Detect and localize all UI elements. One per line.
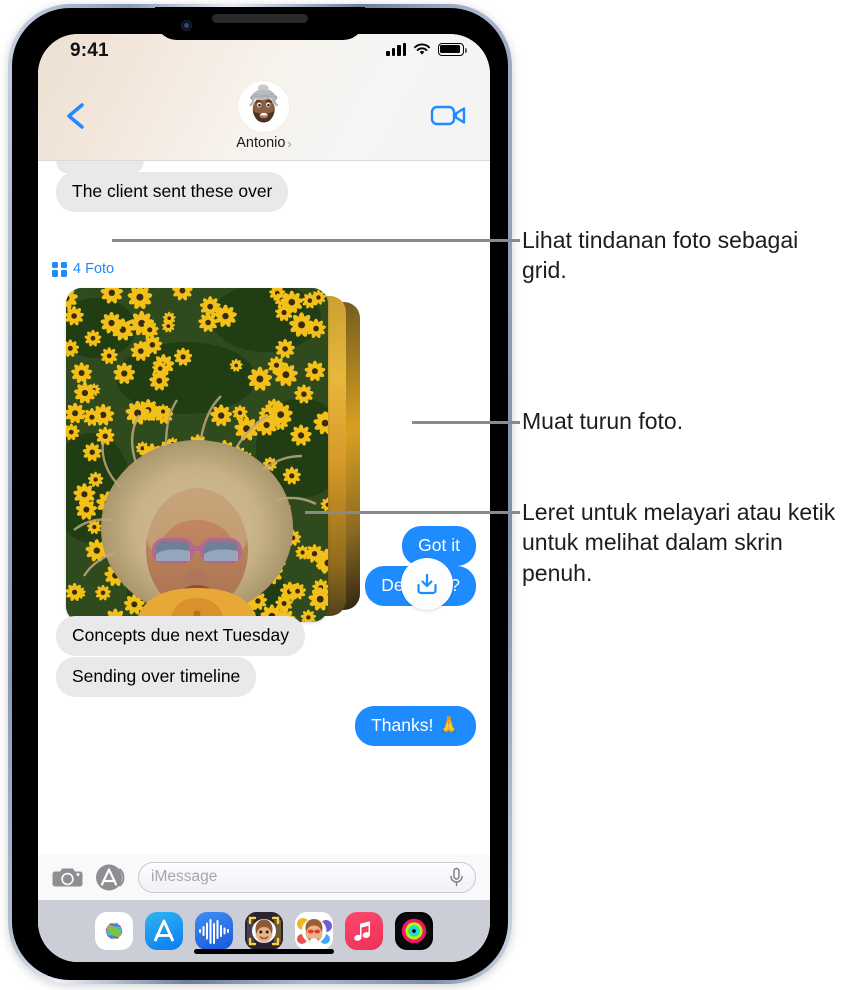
status-bar-time: 9:41: [70, 40, 109, 62]
download-photo-button[interactable]: [401, 558, 453, 610]
photos-app-icon[interactable]: [95, 912, 133, 950]
memoji-stickers-app-icon[interactable]: [295, 912, 333, 950]
photo-stack-layer-1[interactable]: [66, 288, 328, 622]
microphone-icon[interactable]: [449, 867, 464, 887]
download-to-tray-icon: [414, 571, 440, 597]
message-bubble-incoming[interactable]: Concepts due next Tuesday: [56, 616, 305, 656]
callout-leader-line-swipe: [305, 511, 520, 514]
conversation-header: 9:41 Antonio ›: [38, 34, 490, 161]
cellular-bars-icon: [386, 43, 406, 56]
front-camera: [181, 20, 192, 31]
video-camera-icon: [430, 100, 468, 132]
chevron-right-icon: ›: [287, 137, 291, 150]
contact-info-button[interactable]: Antonio ›: [236, 81, 292, 151]
wifi-icon: [413, 43, 431, 56]
callout-grid: Lihat tindanan foto sebagai grid.: [522, 225, 842, 286]
callout-leader-line-download: [412, 421, 520, 424]
status-bar-indicators: [386, 43, 464, 56]
message-bubble-incoming[interactable]: The client sent these over: [56, 172, 288, 212]
home-indicator: [194, 949, 334, 954]
audio-message-app-icon[interactable]: [195, 912, 233, 950]
app-store-app-icon[interactable]: [145, 912, 183, 950]
app-store-icon: [95, 862, 126, 893]
apple-music-app-icon[interactable]: [345, 912, 383, 950]
message-bubble-outgoing[interactable]: Got it: [402, 526, 476, 566]
memoji-app-icon[interactable]: [245, 912, 283, 950]
grid-view-icon: [52, 262, 67, 277]
photo-grid-toggle-button[interactable]: 4 Foto: [52, 261, 114, 277]
message-list[interactable]: The client sent these over 4 Foto Got it…: [38, 160, 490, 854]
callout-download: Muat turun foto.: [522, 406, 842, 436]
message-bubble-incoming[interactable]: Sending over timeline: [56, 657, 256, 697]
camera-button[interactable]: [52, 862, 83, 893]
callout-leader-line-grid: [112, 239, 520, 242]
back-button[interactable]: [58, 96, 92, 136]
contact-name: Antonio: [236, 135, 285, 151]
memoji-avatar: [239, 81, 290, 132]
message-bubble-outgoing[interactable]: Thanks! 🙏: [355, 706, 476, 746]
iphone-device-frame: 9:41 Antonio › The client sent these ove…: [8, 4, 512, 984]
device-notch: [155, 7, 365, 40]
message-input-bar: iMessage: [38, 854, 490, 900]
contact-name-row: Antonio ›: [236, 135, 292, 151]
device-bezel: 9:41 Antonio › The client sent these ove…: [12, 8, 508, 980]
apps-drawer-button[interactable]: [95, 862, 126, 893]
imessage-placeholder: iMessage: [151, 868, 217, 886]
phone-screen: 9:41 Antonio › The client sent these ove…: [38, 34, 490, 962]
back-chevron-icon: [58, 96, 92, 136]
fitness-app-icon[interactable]: [395, 912, 433, 950]
memoji-avatar-icon: [239, 81, 290, 132]
camera-icon: [52, 862, 83, 893]
callout-swipe: Leret untuk melayari atau ketik untuk me…: [522, 497, 844, 588]
battery-full-icon: [438, 43, 464, 56]
imessage-input[interactable]: iMessage: [138, 862, 476, 893]
photo-thumbnail-image: [66, 288, 328, 622]
device-top-speaker-slot: [212, 14, 308, 23]
photo-count-label: 4 Foto: [73, 261, 114, 277]
facetime-video-button[interactable]: [430, 100, 468, 132]
photo-stack[interactable]: [48, 288, 358, 628]
